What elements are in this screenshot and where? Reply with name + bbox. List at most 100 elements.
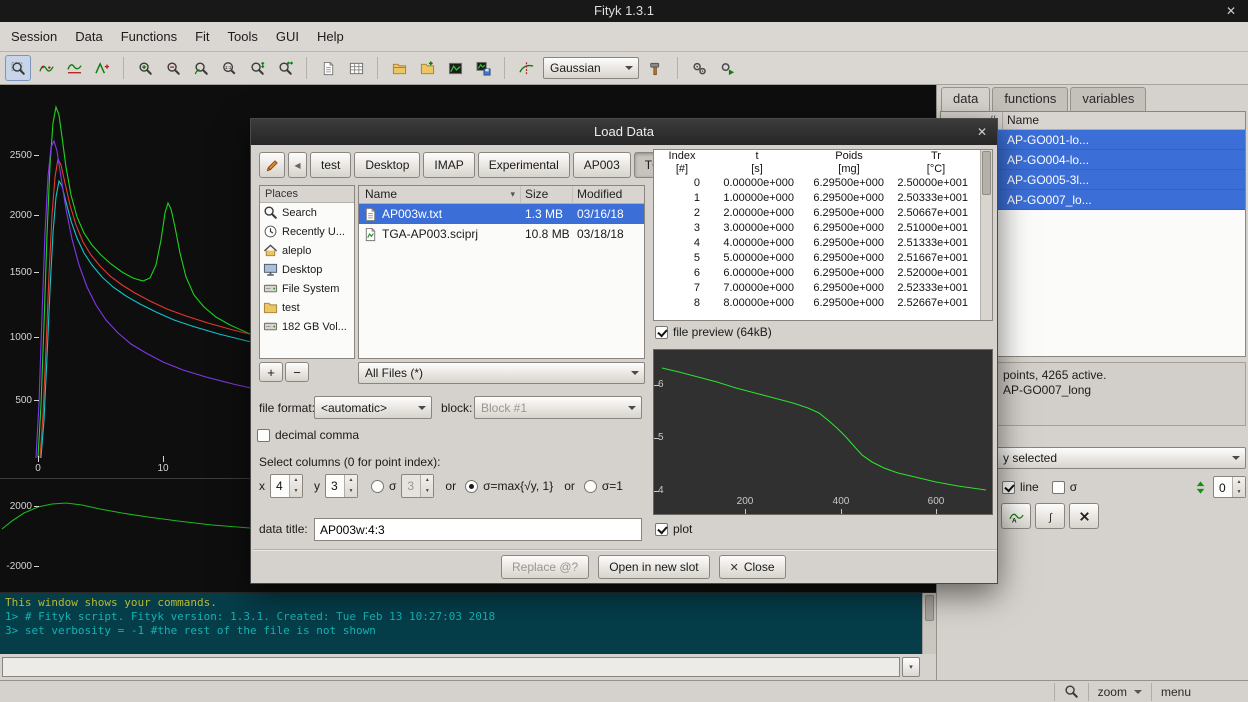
console-scrollbar[interactable] — [922, 593, 936, 654]
add-place-button[interactable]: + — [259, 362, 283, 382]
menu-data[interactable]: Data — [66, 23, 111, 51]
column-header-name[interactable]: Name — [1003, 112, 1245, 129]
path-crumb-ap003[interactable]: AP003 — [573, 152, 631, 178]
x-tick-mark — [936, 509, 937, 514]
open-in-new-slot-button[interactable]: Open in new slot — [598, 555, 709, 579]
file-filter-value: All Files (*) — [365, 366, 626, 380]
file-row[interactable]: AP003w.txt 1.3 MB 03/16/18 — [359, 204, 644, 224]
history-dropdown-button[interactable]: ▾ — [902, 657, 920, 677]
replace-button[interactable]: Replace @? — [501, 555, 589, 579]
tab-functions[interactable]: functions — [992, 87, 1068, 111]
definition-manager-button[interactable] — [315, 55, 341, 81]
place-aleplo[interactable]: aleplo — [260, 241, 354, 260]
menu-help[interactable]: Help — [308, 23, 353, 51]
command-input[interactable] — [2, 657, 900, 677]
file-row[interactable]: TGA-AP003.sciprj 10.8 MB 03/18/18 — [359, 224, 644, 244]
spinner-arrows[interactable]: ▲▼ — [344, 475, 357, 497]
open-file-button[interactable] — [386, 55, 412, 81]
path-crumb-imap[interactable]: IMAP — [423, 152, 474, 178]
menu-fit[interactable]: Fit — [186, 23, 218, 51]
sigma-checkbox[interactable] — [1052, 481, 1065, 494]
zoom-all-button[interactable]: 1:1 — [216, 55, 242, 81]
line-checkbox[interactable] — [1002, 481, 1015, 494]
data-transform-button[interactable] — [513, 55, 539, 81]
place-desktop[interactable]: Desktop — [260, 260, 354, 279]
svg-text:∫: ∫ — [1048, 512, 1053, 523]
fit-settings-button[interactable] — [714, 55, 740, 81]
menu-functions[interactable]: Functions — [112, 23, 186, 51]
sort-arrow-icon: ▾ — [510, 186, 515, 203]
place-recently-u-[interactable]: Recently U... — [260, 222, 354, 241]
status-pointer-cell[interactable] — [1054, 683, 1088, 701]
function-type-combo[interactable]: Gaussian — [543, 57, 639, 79]
output-console[interactable]: This window shows your commands. 1> # Fi… — [0, 592, 936, 654]
save-plot-image-button[interactable] — [470, 55, 496, 81]
data-points-mode-button[interactable] — [33, 55, 59, 81]
delete-dataset-button[interactable] — [1069, 503, 1099, 529]
file-format-label: file format: — [259, 401, 315, 415]
zoom-horizontal-button[interactable] — [272, 55, 298, 81]
zoom-in-button[interactable] — [132, 55, 158, 81]
status-menu[interactable]: menu — [1151, 683, 1200, 701]
places-panel: Places SearchRecently U...aleploDesktopF… — [259, 185, 355, 359]
plot-frame-button[interactable] — [442, 55, 468, 81]
y-column-spinner[interactable]: 3 ▲▼ — [325, 474, 358, 498]
close-icon: ✕ — [730, 561, 739, 574]
y-tick-mark — [34, 155, 39, 156]
open-file-new-slot-button[interactable] — [414, 55, 440, 81]
chevron-down-icon — [1134, 690, 1142, 698]
spinner-arrows[interactable]: ▲▼ — [1232, 477, 1245, 497]
sigma-max-radio[interactable] — [465, 480, 478, 493]
data-transform-button[interactable]: ∫ — [1035, 503, 1065, 529]
remove-place-button[interactable]: − — [285, 362, 309, 382]
x-column-spinner[interactable]: 4 ▲▼ — [270, 474, 303, 498]
decimal-comma-checkbox[interactable] — [257, 429, 270, 442]
place-file-system[interactable]: File System — [260, 279, 354, 298]
data-title-input[interactable] — [314, 518, 642, 541]
window-close-icon[interactable]: ✕ — [1226, 0, 1236, 22]
place-search[interactable]: Search — [260, 203, 354, 222]
path-crumb-test[interactable]: test — [310, 152, 351, 178]
file-preview-checkbox[interactable] — [655, 326, 668, 339]
zoom-previous-button[interactable] — [188, 55, 214, 81]
path-crumb-desktop[interactable]: Desktop — [354, 152, 420, 178]
column-header-size[interactable]: Size — [521, 186, 573, 203]
type-location-toggle[interactable] — [259, 152, 285, 178]
file-filter-combo[interactable]: All Files (*) — [358, 362, 645, 384]
close-button[interactable]: ✕ Close — [719, 555, 786, 579]
preview-scrollbar-thumb[interactable] — [982, 151, 991, 195]
tab-variables[interactable]: variables — [1070, 87, 1146, 111]
spinner-arrows[interactable]: ▲▼ — [289, 475, 302, 497]
x-tick-label: 400 — [826, 496, 856, 507]
folder-icon — [263, 300, 278, 315]
tab-data[interactable]: data — [941, 87, 990, 111]
data-table-button[interactable] — [343, 55, 369, 81]
point-size-spinner[interactable]: 0 ▲▼ — [1213, 476, 1246, 498]
run-fit-button[interactable] — [686, 55, 712, 81]
menu-tools[interactable]: Tools — [219, 23, 267, 51]
column-header-name[interactable]: Name▾ — [359, 186, 521, 203]
zoom-select-mode-button[interactable] — [5, 55, 31, 81]
console-scrollbar-thumb[interactable] — [925, 595, 934, 621]
add-peak-mode-button[interactable] — [89, 55, 115, 81]
sigma-column-radio[interactable] — [371, 480, 384, 493]
data-edit-button[interactable]: A — [1001, 503, 1031, 529]
zoom-vertical-button[interactable] — [244, 55, 270, 81]
column-header-modified[interactable]: Modified — [573, 186, 644, 203]
menu-session[interactable]: Session — [2, 23, 66, 51]
dialog-close-icon[interactable]: ✕ — [977, 119, 987, 145]
menu-gui[interactable]: GUI — [267, 23, 308, 51]
console-line: This window shows your commands. — [5, 596, 918, 610]
add-function-button[interactable] — [643, 55, 669, 81]
place-test[interactable]: test — [260, 298, 354, 317]
status-zoom[interactable]: zoom — [1088, 683, 1151, 701]
plot-checkbox[interactable] — [655, 523, 668, 536]
place-182-gb-vol-[interactable]: 182 GB Vol... — [260, 317, 354, 336]
sigma-one-radio[interactable] — [584, 480, 597, 493]
preview-scrollbar[interactable] — [980, 150, 992, 320]
baseline-mode-button[interactable] — [61, 55, 87, 81]
path-crumb-experimental[interactable]: Experimental — [478, 152, 570, 178]
path-back-button[interactable]: ◀ — [288, 152, 307, 178]
file-format-combo[interactable]: <automatic> — [314, 396, 432, 419]
zoom-out-button[interactable] — [160, 55, 186, 81]
